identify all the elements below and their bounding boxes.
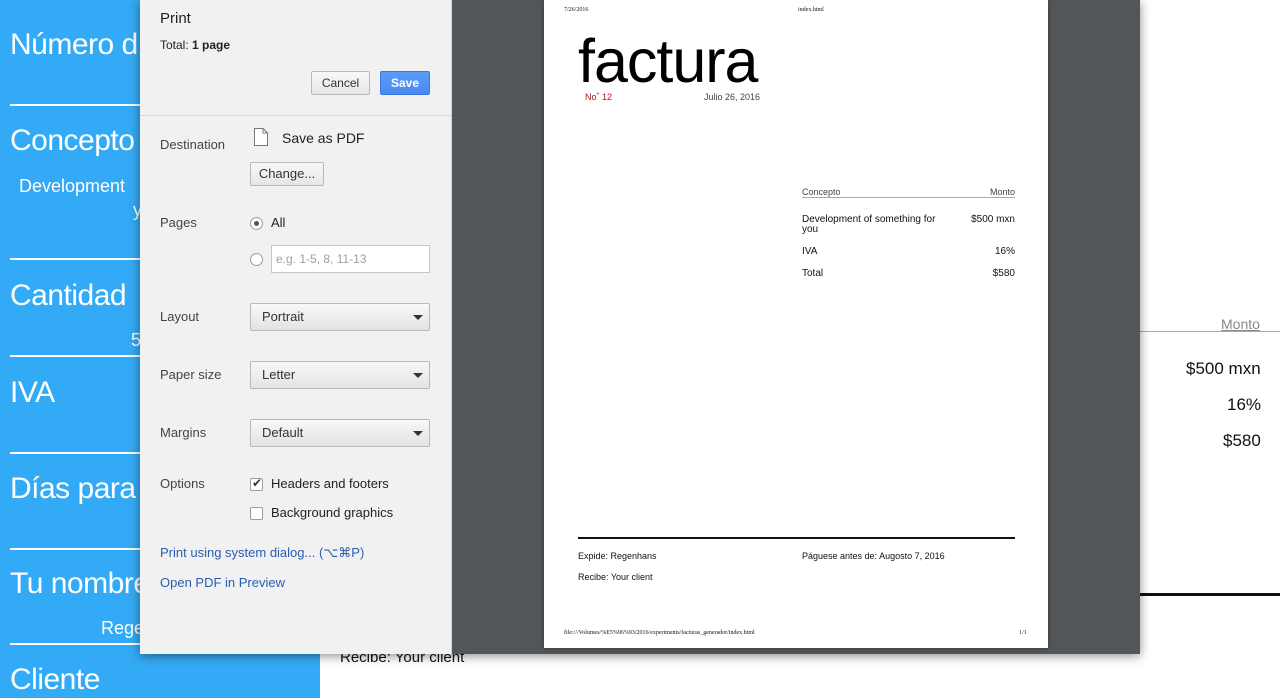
table-row-concept: Development of something for you xyxy=(802,214,936,235)
form-label-concepto: Concepto xyxy=(10,124,135,157)
change-destination-button[interactable]: Change... xyxy=(250,162,324,186)
open-pdf-preview-link[interactable]: Open PDF in Preview xyxy=(160,575,285,590)
dialog-title: Print xyxy=(160,10,191,27)
form-label-dias: Días para xyxy=(10,472,136,505)
settings-divider xyxy=(140,115,451,116)
background-graphics-label: Background graphics xyxy=(271,505,394,520)
chevron-down-icon xyxy=(413,315,423,320)
form-label-cliente: Cliente xyxy=(10,663,100,696)
page-total: Total: 1 page xyxy=(160,38,230,52)
recibe-text: Recibe: Your client xyxy=(578,572,653,582)
table-row-amount: 16% xyxy=(994,246,1015,257)
form-value-nombre[interactable]: Rege xyxy=(101,618,144,639)
paper-size-select[interactable]: Letter xyxy=(250,361,430,389)
iva-value: 16% xyxy=(1227,395,1262,414)
print-dialog: Print Total: 1 page Cancel Save Destinat… xyxy=(140,0,1140,654)
margins-select[interactable]: Default xyxy=(250,419,430,447)
footer-divider xyxy=(1140,593,1280,596)
print-preview-area: 7/26/2016 index.html factura No˚ 12 Juli… xyxy=(452,0,1140,654)
table-divider xyxy=(802,197,1015,198)
column-header-monto: Monto xyxy=(1221,316,1260,332)
expide-text: Expide: Regenhans xyxy=(578,551,657,561)
total-value: $580 xyxy=(1223,431,1261,450)
page-header-file: index.html xyxy=(798,7,824,13)
invoice-date: Julio 26, 2016 xyxy=(704,92,761,102)
pages-label: Pages xyxy=(160,215,197,230)
preview-page[interactable]: 7/26/2016 index.html factura No˚ 12 Juli… xyxy=(544,0,1048,648)
column-header-concepto: Concepto xyxy=(802,187,841,197)
footer-divider xyxy=(578,537,1015,539)
column-header-monto: Monto xyxy=(990,187,1016,197)
options-label: Options xyxy=(160,476,205,491)
form-label-iva: IVA xyxy=(10,376,55,409)
amount-value: $500 mxn xyxy=(1186,359,1261,378)
cancel-button[interactable]: Cancel xyxy=(311,71,370,95)
page-footer-path: file:///Volumes/%E5%96%93/2016/experimen… xyxy=(564,630,755,636)
table-row-amount: $500 mxn xyxy=(971,214,1015,225)
form-value-concepto[interactable]: Development xyxy=(19,176,125,197)
headers-footers-checkbox[interactable] xyxy=(250,476,263,491)
pages-range-input[interactable] xyxy=(271,245,430,273)
page-total-value: 1 page xyxy=(192,38,231,52)
table-row-concept: Total xyxy=(802,268,824,279)
paper-size-label: Paper size xyxy=(160,367,222,382)
form-label-cantidad: Cantidad xyxy=(10,279,127,312)
pages-all-label: All xyxy=(271,215,286,230)
layout-label: Layout xyxy=(160,309,200,324)
document-icon xyxy=(254,128,268,146)
destination-label: Destination xyxy=(160,137,226,152)
paguese-text: Páguese antes de: Augosto 7, 2016 xyxy=(802,551,945,561)
form-label-nombre: Tu nombre xyxy=(10,567,150,600)
chevron-down-icon xyxy=(413,431,423,436)
paper-size-select-value: Letter xyxy=(262,367,296,382)
headers-footers-label: Headers and footers xyxy=(271,476,389,491)
background-graphics-checkbox[interactable] xyxy=(250,507,263,520)
print-settings-sidebar: Print Total: 1 page Cancel Save Destinat… xyxy=(140,0,452,654)
margins-select-value: Default xyxy=(262,425,304,440)
layout-select-value: Portrait xyxy=(262,309,304,324)
pages-all-radio[interactable] xyxy=(250,217,263,230)
invoice-title: factura xyxy=(578,27,758,95)
table-row-concept: IVA xyxy=(802,246,818,257)
layout-select[interactable]: Portrait xyxy=(250,303,430,331)
table-row-amount: $580 xyxy=(992,268,1015,279)
system-dialog-link[interactable]: Print using system dialog... (⌥⌘P) xyxy=(160,545,364,561)
page-total-label: Total: xyxy=(160,38,189,52)
invoice-number: No˚ 12 xyxy=(585,92,613,102)
save-button[interactable]: Save xyxy=(380,71,430,95)
page-header-date: 7/26/2016 xyxy=(564,7,589,13)
pages-custom-radio[interactable] xyxy=(250,253,263,266)
margins-label: Margins xyxy=(160,425,207,440)
chevron-down-icon xyxy=(413,373,423,378)
page-footer-number: 1/1 xyxy=(1019,630,1027,636)
destination-value: Save as PDF xyxy=(282,130,365,146)
form-label-numero: Número d xyxy=(10,28,138,61)
